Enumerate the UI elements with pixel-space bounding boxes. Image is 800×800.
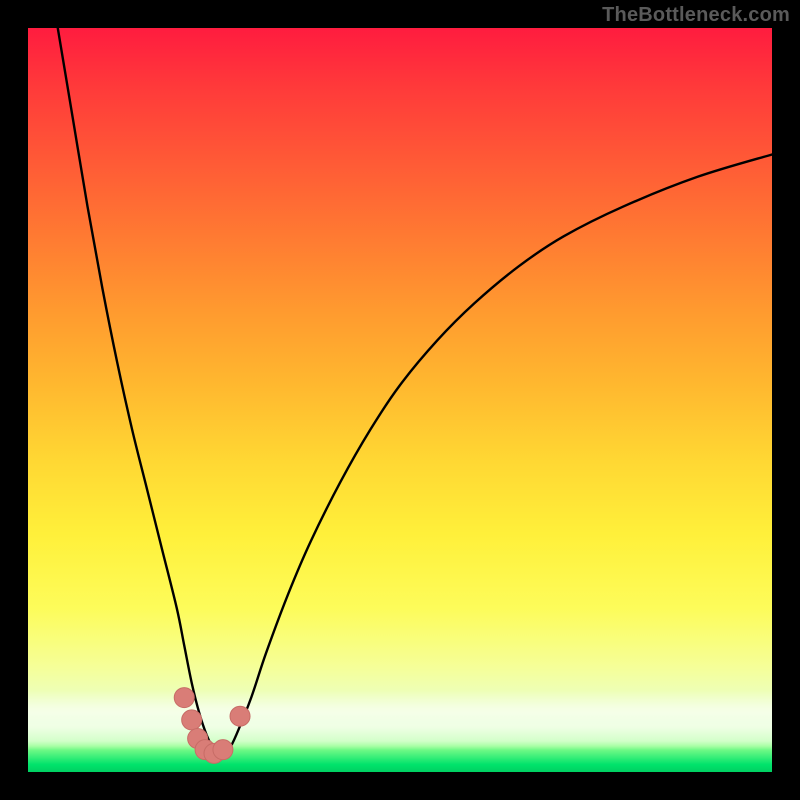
curve-markers (174, 688, 250, 764)
watermark-text: TheBottleneck.com (602, 4, 790, 27)
curve-marker (174, 688, 194, 708)
curve-marker (213, 740, 233, 760)
curve-marker (230, 706, 250, 726)
curve-marker (182, 710, 202, 730)
image-frame: TheBottleneck.com (0, 0, 800, 800)
curve-layer (28, 28, 772, 772)
plot-area (28, 28, 772, 772)
bottleneck-curve (58, 28, 772, 757)
